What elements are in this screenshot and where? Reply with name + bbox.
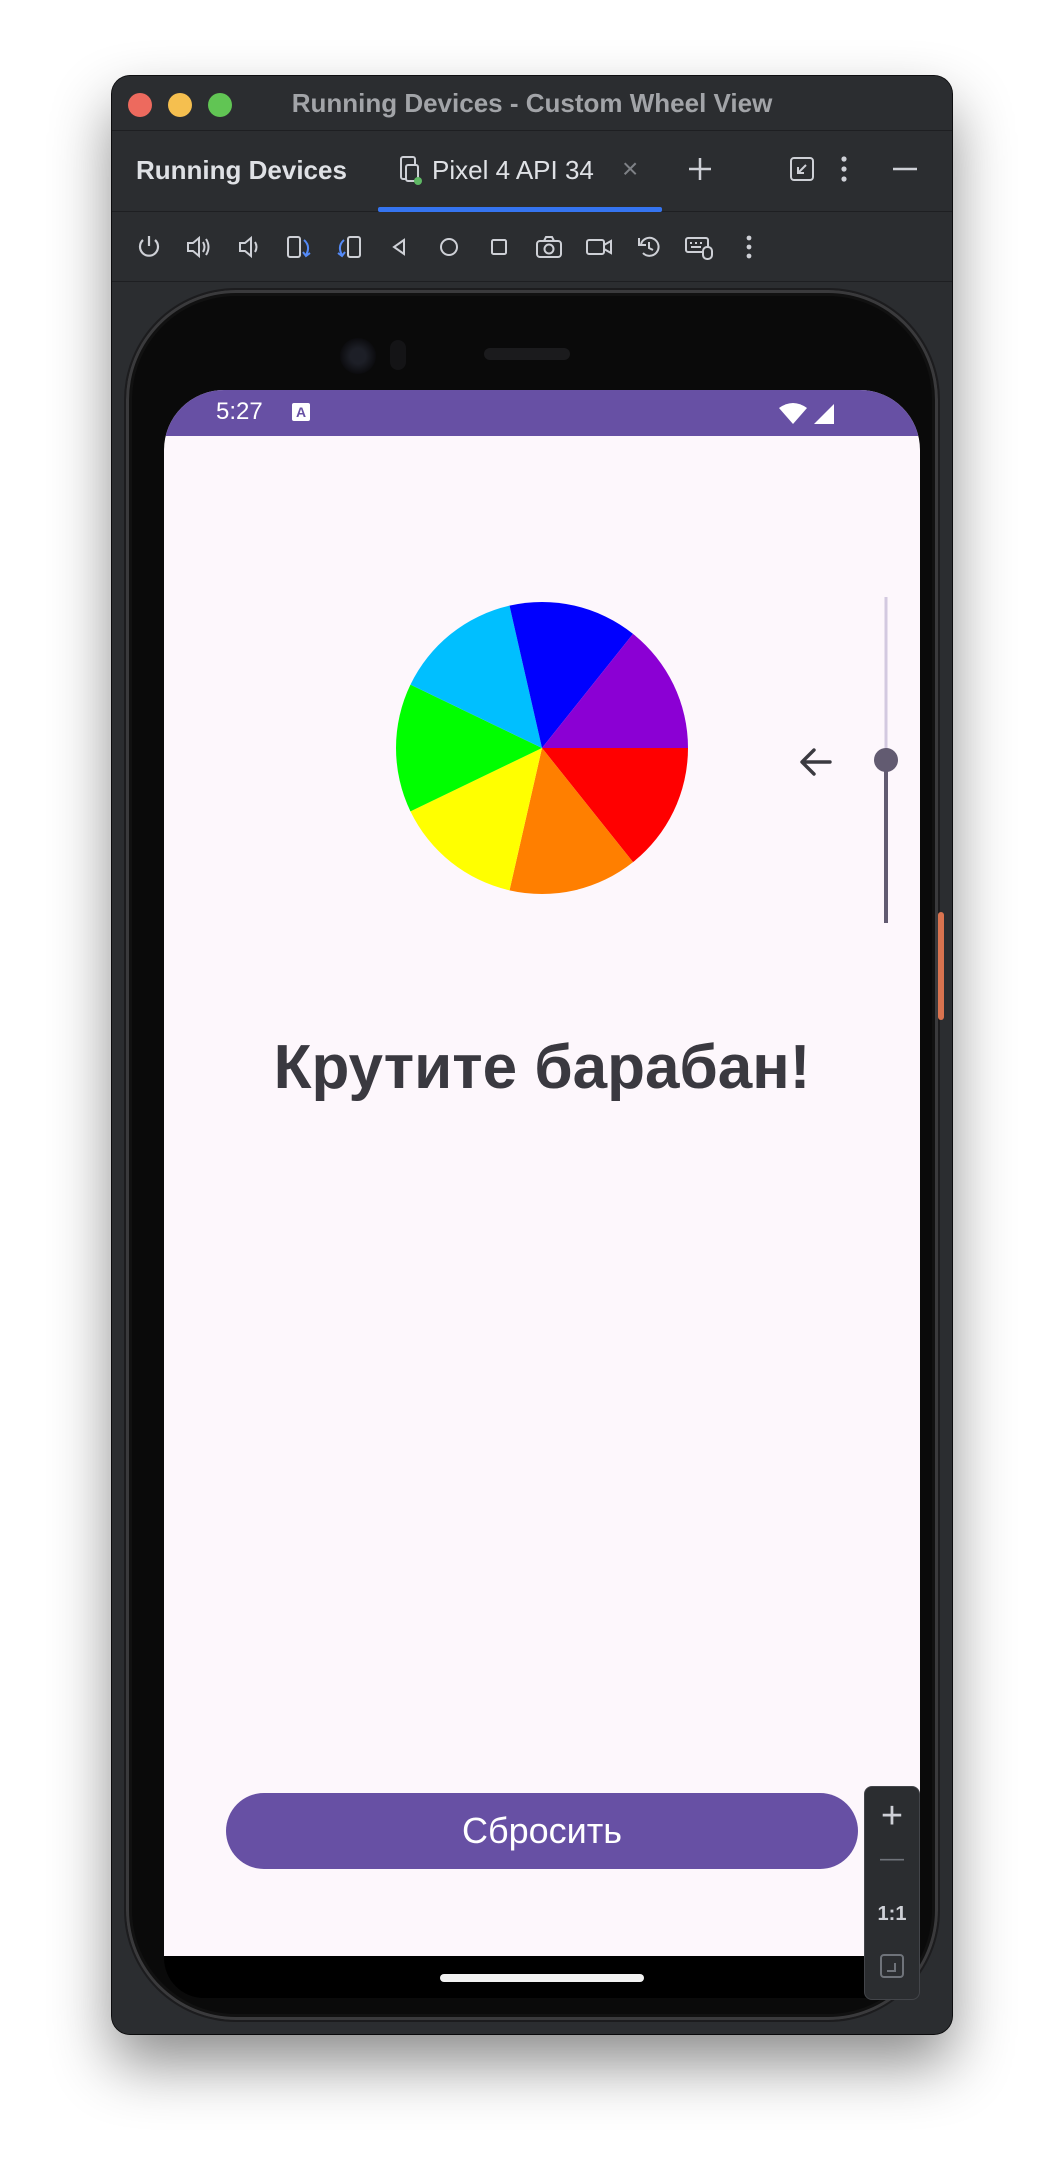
navigation-bar (164, 1956, 920, 1998)
reset-button[interactable]: Сбросить (226, 1793, 858, 1869)
close-tab-icon[interactable]: × (622, 155, 638, 183)
ide-window: Running Devices - Custom Wheel View Runn… (112, 76, 952, 2034)
wifi-icon (779, 403, 807, 424)
zoom-controls: + — 1:1 (864, 1786, 920, 2000)
window-title: Running Devices - Custom Wheel View (291, 88, 773, 118)
side-button (938, 912, 944, 1020)
rotate-left-icon[interactable] (284, 232, 314, 262)
sensor (390, 340, 406, 370)
zoom-in-button[interactable]: + (865, 1795, 919, 1838)
device-toolbar (112, 212, 952, 282)
home-icon[interactable] (434, 232, 464, 262)
panel-title: Running Devices (136, 155, 347, 185)
arrow-left-icon[interactable] (796, 742, 836, 782)
device-screen[interactable]: 5:27 A Крутите барабан! Сбросить (164, 390, 920, 1956)
status-time: 5:27 (216, 398, 263, 425)
screen-record-icon[interactable] (584, 232, 614, 262)
reset-icon[interactable] (634, 232, 664, 262)
earpiece-speaker (484, 348, 570, 360)
fit-screen-icon[interactable] (879, 1953, 905, 1979)
rotate-right-icon[interactable] (334, 232, 364, 262)
keyboard-mouse-icon[interactable] (684, 232, 714, 262)
restore-layout-icon[interactable] (788, 155, 816, 188)
power-icon[interactable] (134, 232, 164, 262)
home-gesture-bar[interactable] (440, 1974, 644, 1982)
actual-size-button[interactable]: 1:1 (865, 1903, 919, 1926)
add-tab-icon[interactable] (684, 153, 716, 190)
device-icon (398, 155, 422, 190)
hide-panel-icon[interactable] (890, 153, 920, 190)
more-icon[interactable] (734, 232, 764, 262)
headline: Крутите барабан! (273, 1033, 811, 1102)
status-bar: 5:27 A (164, 390, 920, 436)
front-camera (340, 338, 376, 374)
tab-bar: Running Devices Pixel 4 API 34 × (112, 130, 952, 212)
back-icon[interactable] (384, 232, 414, 262)
device-area: 5:27 A Крутите барабан! Сбросить + — 1:1 (112, 282, 952, 2034)
tab-device[interactable]: Pixel 4 API 34 × (378, 131, 662, 211)
screenshot-icon[interactable] (534, 232, 564, 262)
color-wheel[interactable] (394, 600, 690, 896)
zoom-out-button[interactable]: — (865, 1845, 919, 1873)
slider-thumb[interactable] (874, 748, 898, 772)
phone-frame: 5:27 A Крутите барабан! Сбросить (126, 290, 938, 2020)
volume-down-icon[interactable] (234, 232, 264, 262)
options-icon[interactable] (836, 153, 852, 190)
volume-up-icon[interactable] (184, 232, 214, 262)
notification-icon: A (292, 403, 310, 421)
tab-label: Pixel 4 API 34 (432, 155, 594, 185)
overview-icon[interactable] (484, 232, 514, 262)
signal-icon (814, 404, 834, 424)
title-bar: Running Devices - Custom Wheel View (112, 76, 952, 130)
speed-slider[interactable] (866, 595, 906, 925)
